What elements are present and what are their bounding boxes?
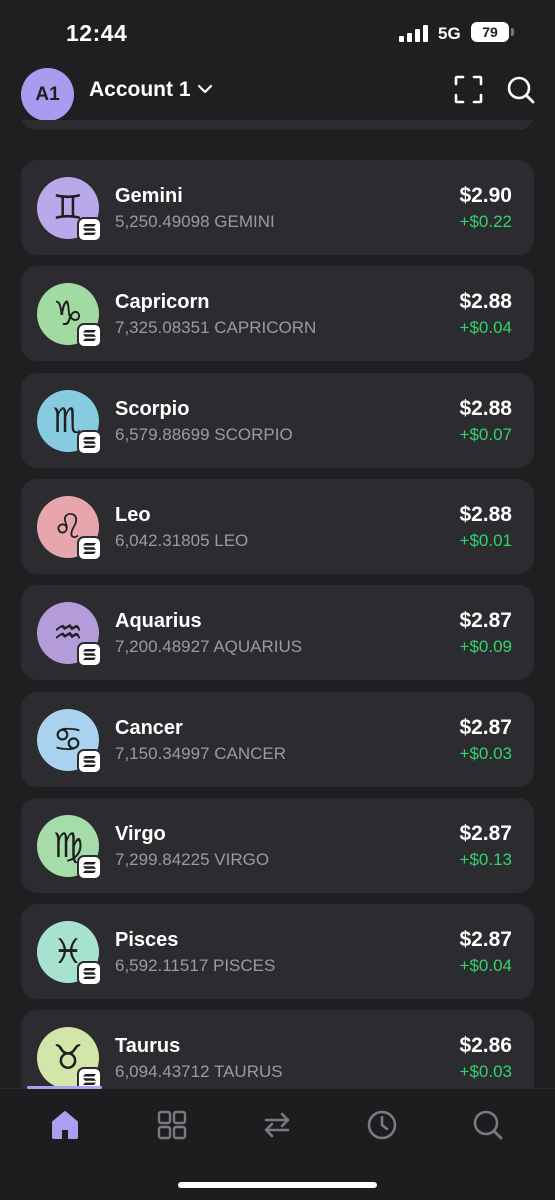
token-name: Aquarius [115, 610, 202, 633]
search-icon[interactable] [506, 75, 536, 105]
token-balance: 7,325.08351 CAPRICORN [115, 318, 317, 338]
token-card[interactable]: ♑ Capricorn 7,325.08351 CAPRICORN $2.88 +$0.… [21, 266, 534, 362]
solana-icon [77, 748, 102, 774]
tab-explore[interactable] [470, 1107, 506, 1143]
grid-icon [157, 1110, 187, 1140]
token-card[interactable]: ♉ Taurus 6,094.43712 TAURUS $2.86 +$0.03 [21, 1010, 534, 1088]
solana-icon [77, 217, 102, 242]
token-change: +$0.07 [459, 424, 512, 444]
token-balance: 6,094.43712 TAURUS [115, 1062, 283, 1082]
solana-icon [77, 854, 102, 880]
token-value: $2.90 [459, 184, 512, 207]
solana-icon [77, 323, 102, 349]
token-value: $2.88 [459, 396, 512, 420]
avatar[interactable]: A1 [21, 68, 74, 121]
token-card[interactable]: ♏ Scorpio 6,579.88699 SCORPIO $2.88 +$0.07 [21, 372, 534, 468]
token-card[interactable]: ♍ Virgo 7,299.84225 VIRGO $2.87 +$0.13 [21, 797, 534, 893]
account-name[interactable]: Account 1 [89, 78, 191, 102]
token-change: +$0.04 [459, 318, 512, 338]
token-change: +$0.22 [459, 212, 512, 231]
token-value: $2.87 [459, 715, 512, 739]
token-name: Taurus [115, 1035, 181, 1058]
token-value: $2.87 [459, 609, 512, 633]
token-card[interactable]: ♓ Pisces 6,592.11517 PISCES $2.87 +$0.04 [21, 904, 534, 1000]
tab-collectibles[interactable] [154, 1107, 190, 1143]
solana-icon [77, 961, 102, 987]
search-icon [473, 1110, 503, 1140]
home-indicator [178, 1182, 377, 1188]
token-card[interactable]: ♋ Cancer 7,150.34997 CANCER $2.87 +$0.03 [21, 691, 534, 787]
tab-activity[interactable] [364, 1107, 400, 1143]
scan-icon[interactable] [454, 75, 483, 104]
token-balance: 6,592.11517 PISCES [115, 956, 276, 976]
token-balance: 7,299.84225 VIRGO [115, 849, 270, 869]
swap-icon [264, 1112, 290, 1138]
token-name: Gemini [115, 185, 183, 207]
token-change: +$0.09 [459, 637, 512, 657]
token-value: $2.86 [459, 1034, 512, 1058]
token-list[interactable]: ♊ Gemini 5,250.49098 GEMINI $2.90 +$0.22 ♑ Cap… [0, 120, 555, 1088]
chevron-down-icon[interactable] [197, 83, 213, 95]
token-value: $2.87 [459, 821, 512, 845]
token-name: Virgo [115, 822, 166, 845]
signal-icon [399, 25, 429, 42]
token-change: +$0.04 [459, 956, 512, 976]
token-name: Capricorn [115, 291, 210, 314]
status-bar: 12:44 5G 79 [0, 0, 555, 62]
solana-icon [77, 535, 102, 561]
tab-swap[interactable] [259, 1107, 295, 1143]
status-time: 12:44 [66, 20, 128, 46]
home-icon [52, 1111, 78, 1139]
token-name: Leo [115, 503, 151, 526]
token-balance: 7,200.48927 AQUARIUS [115, 637, 303, 657]
token-balance: 5,250.49098 GEMINI [115, 212, 275, 231]
header: A1 Account 1 [0, 62, 555, 121]
solana-icon [77, 1067, 102, 1088]
token-card[interactable]: ♊ Gemini 5,250.49098 GEMINI $2.90 +$0.22 [21, 160, 534, 255]
token-change: +$0.13 [459, 849, 512, 869]
tab-home[interactable] [47, 1107, 83, 1143]
battery-tip [511, 28, 514, 36]
token-change: +$0.03 [459, 1062, 512, 1082]
token-value: $2.88 [459, 502, 512, 526]
token-name: Scorpio [115, 397, 190, 420]
battery-icon: 79 [471, 22, 509, 42]
token-change: +$0.03 [459, 743, 512, 763]
token-card-partial [21, 120, 534, 130]
clock-icon [367, 1110, 397, 1140]
token-name: Pisces [115, 929, 179, 952]
network-type: 5G [438, 24, 461, 43]
token-balance: 6,579.88699 SCORPIO [115, 424, 293, 444]
active-tab-indicator [27, 1086, 102, 1089]
token-value: $2.88 [459, 290, 512, 314]
token-value: $2.87 [459, 928, 512, 952]
token-name: Cancer [115, 716, 183, 739]
token-balance: 6,042.31805 LEO [115, 530, 249, 550]
token-card[interactable]: ♒ Aquarius 7,200.48927 AQUARIUS $2.87 +$0.09 [21, 585, 534, 681]
token-card[interactable]: ♌ Leo 6,042.31805 LEO $2.88 +$0.01 [21, 478, 534, 574]
solana-icon [77, 642, 102, 668]
solana-icon [77, 429, 102, 455]
token-change: +$0.01 [459, 530, 512, 550]
token-balance: 7,150.34997 CANCER [115, 743, 287, 763]
